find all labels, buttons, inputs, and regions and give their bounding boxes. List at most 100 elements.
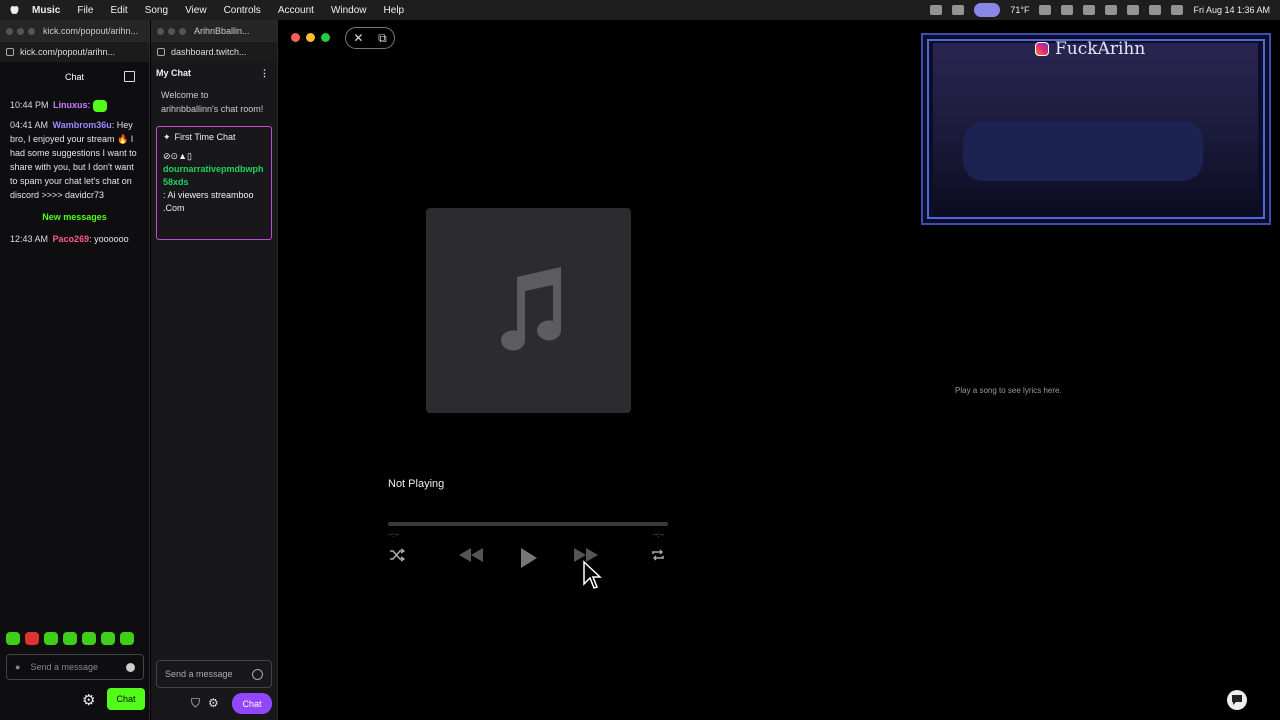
shuffle-button[interactable] — [389, 548, 405, 562]
flag-icon[interactable] — [124, 71, 135, 82]
kick-send-button[interactable]: Chat — [107, 688, 145, 710]
switch-window-icon[interactable]: ⧉ — [378, 31, 387, 46]
gear-icon[interactable]: ⚙ — [82, 691, 95, 709]
control-center-pill[interactable] — [974, 3, 1001, 17]
twitch-bottom-icons: ⛉ ⚙ — [191, 696, 219, 711]
minimize-window-icon[interactable] — [306, 33, 315, 42]
my-chat-header: My Chat ⋮ — [151, 62, 277, 84]
emote-icon[interactable] — [25, 632, 39, 645]
twitch-title-bar: ArihnBballin... — [151, 20, 277, 42]
first-time-chat-card: ✦ First Time Chat ⊘⊙▲▯ dournarrativepmdb… — [156, 126, 272, 240]
reply-icon[interactable]: ● — [15, 662, 20, 672]
window-controls[interactable] — [291, 33, 330, 42]
badge-icons: ⊘⊙▲▯ — [163, 151, 192, 161]
gear-icon[interactable]: ⚙ — [208, 696, 219, 711]
search-icon[interactable] — [1149, 5, 1162, 15]
menu-edit[interactable]: Edit — [110, 5, 127, 16]
kick-chat-header: Chat — [0, 62, 149, 92]
social-handle-text: FuckArihn — [1055, 39, 1146, 59]
repeat-button[interactable] — [651, 548, 665, 562]
menu-account[interactable]: Account — [278, 5, 314, 16]
menu-window[interactable]: Window — [331, 5, 367, 16]
kick-title-bar: kick.com/popout/arihn... — [0, 20, 149, 42]
emote-icon[interactable] — [101, 632, 115, 645]
chat-message: 04:41 AM Wambrom36u: Hey bro, I enjoyed … — [10, 120, 137, 200]
emoji-icon[interactable] — [252, 668, 263, 680]
message-time: 12:43 AM — [10, 234, 49, 244]
webcam-overlay: FuckArihn — [921, 33, 1271, 225]
input-placeholder: Send a message — [30, 662, 98, 672]
kick-url-bar[interactable]: kick.com/popout/arihn... — [0, 42, 149, 62]
new-messages-divider[interactable]: New messages — [10, 210, 139, 224]
close-window-icon[interactable] — [291, 33, 300, 42]
shield-icon[interactable]: ⛉ — [191, 696, 200, 711]
emote-icon[interactable] — [63, 632, 77, 645]
window-controls[interactable] — [157, 27, 186, 35]
emote-icon[interactable] — [6, 632, 20, 645]
first-time-chat-header: ✦ First Time Chat — [163, 131, 265, 144]
miniplayer-controls: ✕ ⧉ — [345, 27, 395, 49]
menu-song[interactable]: Song — [145, 5, 168, 16]
chat-message: 12:43 AM Paco269: yoooooo — [10, 234, 129, 244]
twitch-chat-button[interactable]: Chat — [232, 693, 272, 714]
music-note-icon — [500, 266, 561, 350]
clock[interactable]: Fri Aug 14 1:36 AM — [1193, 5, 1270, 15]
menu-app-music[interactable]: Music — [32, 5, 60, 16]
twitch-chat-window: ArihnBballin... dashboard.twitch... My C… — [151, 20, 278, 720]
previous-track-button[interactable] — [459, 548, 483, 562]
twitch-message-input[interactable]: Send a message — [156, 660, 272, 688]
more-options-icon[interactable]: ⋮ — [260, 68, 269, 79]
menu-file[interactable]: File — [77, 5, 93, 16]
vpn-icon[interactable] — [1083, 5, 1096, 15]
message-username[interactable]: Linuxus — [53, 100, 88, 110]
screen-record-icon[interactable] — [952, 5, 965, 15]
lyrics-chat-bubble-icon[interactable] — [1227, 690, 1247, 710]
emote-quick-bar — [6, 632, 134, 645]
emote-icon[interactable] — [120, 632, 134, 645]
emote-icon[interactable] — [82, 632, 96, 645]
rewind-icon — [459, 548, 483, 562]
window-controls[interactable] — [6, 27, 35, 35]
message-username[interactable]: Paco269 — [53, 234, 90, 244]
first-time-chat-label: First Time Chat — [174, 132, 236, 142]
menu-view[interactable]: View — [185, 5, 207, 16]
message-username[interactable]: Wambrom36u — [53, 120, 112, 130]
weather-readout[interactable]: 71°F — [1010, 5, 1029, 15]
social-handle: FuckArihn — [1035, 39, 1145, 59]
chat-message: 10:44 PM Linuxus: — [10, 98, 139, 112]
menubar-extra-icon[interactable] — [930, 5, 943, 15]
twitch-url-bar[interactable]: dashboard.twitch... — [151, 42, 277, 62]
wifi-icon[interactable] — [1127, 5, 1140, 15]
message-text: yoooooo — [94, 234, 129, 244]
message-username[interactable]: dournarrativepmdbwph58xds — [163, 163, 265, 189]
volume-icon[interactable] — [1039, 5, 1052, 15]
play-button[interactable] — [521, 548, 537, 568]
message-text: Hey bro, I enjoyed your stream 🔥 I had s… — [10, 120, 137, 200]
twitch-window-title: ArihnBballin... — [194, 26, 250, 36]
playback-progress-bar[interactable] — [388, 522, 668, 526]
remaining-time: --:-- — [653, 532, 665, 539]
kick-chat-window: kick.com/popout/arihn... kick.com/popout… — [0, 20, 150, 720]
lyrics-placeholder: Play a song to see lyrics here. — [955, 386, 1062, 395]
site-settings-icon[interactable] — [6, 48, 14, 56]
status-area: 71°F Fri Aug 14 1:36 AM — [930, 0, 1270, 20]
now-playing-title: Not Playing — [388, 478, 445, 490]
mac-menu-bar: Music File Edit Song View Controls Accou… — [0, 0, 1280, 20]
close-icon[interactable]: ✕ — [353, 31, 363, 45]
sparkle-icon: ✦ — [163, 132, 171, 142]
kick-url-text: kick.com/popout/arihn... — [20, 47, 116, 57]
apple-icon[interactable] — [8, 4, 20, 16]
menu-help[interactable]: Help — [384, 5, 405, 16]
siri-icon[interactable] — [1171, 5, 1184, 15]
zoom-window-icon[interactable] — [321, 33, 330, 42]
menu-controls[interactable]: Controls — [224, 5, 261, 16]
kick-message-input[interactable]: ● Send a message — [6, 654, 144, 680]
emoji-icon[interactable] — [126, 662, 135, 672]
message-time: 04:41 AM — [10, 120, 49, 130]
mouse-cursor-icon — [583, 560, 602, 589]
emote-icon — [92, 99, 107, 112]
bluetooth-icon[interactable] — [1061, 5, 1074, 15]
emote-icon[interactable] — [44, 632, 58, 645]
site-settings-icon[interactable] — [157, 48, 165, 56]
battery-icon[interactable] — [1105, 5, 1118, 15]
